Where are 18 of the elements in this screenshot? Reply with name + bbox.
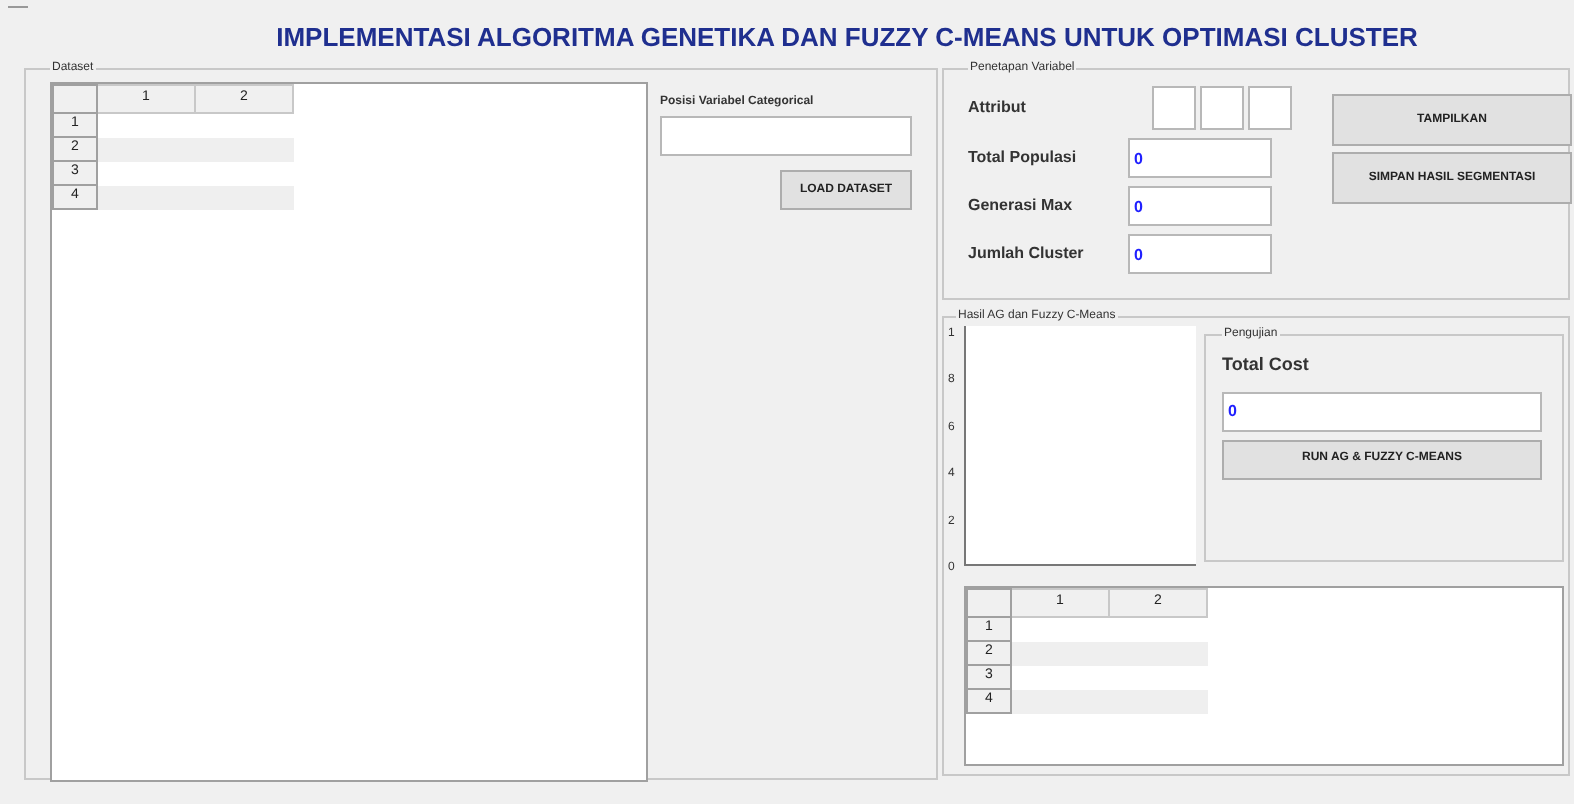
number-field[interactable]: 0 [1128,138,1272,178]
attribute-field[interactable] [1152,86,1196,130]
field-label: Jumlah Cluster [968,242,1086,266]
number-field[interactable]: 0 [1128,186,1272,226]
field-label: Total Cost [1222,352,1311,378]
attribute-field[interactable] [1200,86,1244,130]
number-field[interactable]: 0 [1128,234,1272,274]
app-title: IMPLEMENTASI ALGORITMA GENETIKA DAN FUZZY C-MEANS UNTUK OPTIMASI CLUSTER [274,20,1418,57]
field-label: Total Populasi [968,146,1079,170]
table-cell [97,137,195,161]
field-label: Generasi Max [968,194,1075,218]
table-cell [1011,641,1109,665]
table-cell [1011,689,1109,713]
categorical-field[interactable] [660,116,912,156]
table-cell [97,185,195,209]
total-cost-field[interactable]: 0 [1222,391,1542,431]
field-label: Attribut [968,96,1028,120]
attribute-field[interactable] [1248,86,1292,130]
